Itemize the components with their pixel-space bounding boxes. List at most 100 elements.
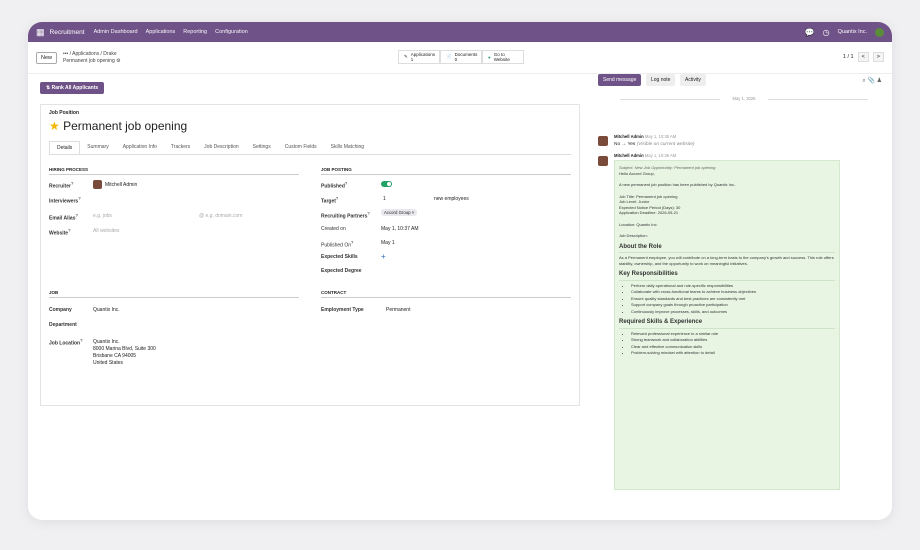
job-posting-heading: JOB POSTING bbox=[321, 167, 571, 175]
top-navbar: ▦ Recruitment Admin Dashboard Applicatio… bbox=[28, 22, 892, 42]
globe-icon: ● bbox=[488, 54, 491, 60]
partner-tag[interactable]: Accord Group × bbox=[381, 209, 418, 216]
job-location-field[interactable]: Quantix Inc. 8000 Marina Blvd, Suite 300… bbox=[93, 339, 156, 367]
menu-applications[interactable]: Applications bbox=[146, 29, 176, 35]
help-icon[interactable]: ? bbox=[80, 338, 82, 343]
created-label: Created on bbox=[321, 226, 346, 232]
note-heading-skills: Required Skills & Experience bbox=[619, 319, 835, 329]
new-button[interactable]: New bbox=[36, 51, 58, 64]
message-author[interactable]: Mitchell Admin bbox=[614, 153, 644, 158]
control-panel: New ••• / Applications / Drake Permanent… bbox=[28, 42, 892, 74]
responsibilities-list: Perform daily operational and role-speci… bbox=[631, 283, 835, 315]
help-icon[interactable]: ? bbox=[71, 181, 73, 186]
published-on-value[interactable]: May 1 bbox=[381, 240, 395, 246]
message-time: May 1, 10:38 AM bbox=[644, 134, 677, 139]
note-deadline: Application Deadline: 2026-05-21 bbox=[619, 210, 679, 215]
website-label: Website bbox=[49, 230, 69, 237]
recruiter-label: Recruiter bbox=[49, 183, 71, 190]
help-icon[interactable]: ? bbox=[78, 196, 80, 201]
created-value: May 1, 10:37 AM bbox=[381, 226, 419, 232]
company-field[interactable]: Quantix Inc. bbox=[93, 307, 120, 313]
tab-custom-fields[interactable]: Custom Fields bbox=[278, 141, 324, 155]
gear-icon[interactable]: ⚙ bbox=[116, 58, 120, 64]
form-sheet: Job Position ★ Permanent job opening Det… bbox=[40, 104, 580, 406]
pager: 1 / 1 < > bbox=[843, 52, 884, 62]
contract-heading: CONTRACT bbox=[321, 290, 571, 298]
help-icon[interactable]: ? bbox=[68, 228, 70, 233]
website-smart-button[interactable]: ● Go to Website bbox=[482, 50, 524, 64]
tab-job-description[interactable]: Job Description bbox=[197, 141, 245, 155]
company-switcher[interactable]: Quantix Inc. bbox=[838, 29, 867, 35]
help-icon[interactable]: ? bbox=[345, 181, 347, 186]
list-item: Support company goals through proactive … bbox=[631, 302, 835, 308]
search-icon[interactable]: ⌕ bbox=[862, 78, 865, 84]
help-icon[interactable]: ? bbox=[367, 211, 369, 216]
email-domain-input[interactable]: @ e.g. domain.com bbox=[199, 213, 242, 219]
job-title[interactable]: Permanent job opening bbox=[63, 119, 187, 133]
add-skill-icon[interactable]: + bbox=[381, 252, 386, 261]
smart-count: 1 bbox=[410, 57, 414, 62]
smart-label: Applications bbox=[410, 52, 436, 57]
help-icon[interactable]: ? bbox=[351, 240, 353, 245]
help-icon[interactable]: ? bbox=[336, 196, 338, 201]
pager-value[interactable]: 1 / 1 bbox=[843, 54, 854, 60]
department-label: Department bbox=[49, 322, 77, 328]
chatter-panel: Send message Log note Activity ⌕ 📎 ♟ May… bbox=[598, 74, 888, 514]
website-select[interactable]: All websites bbox=[93, 228, 119, 234]
rank-applicants-button[interactable]: ⇅ Rank All Applicants bbox=[40, 82, 105, 94]
list-item: Relevant professional experience in a si… bbox=[631, 331, 835, 337]
location-line: Quantix Inc. bbox=[93, 339, 120, 345]
documents-smart-button[interactable]: 📄 Documents 0 bbox=[440, 50, 482, 64]
pen-icon: ✎ bbox=[404, 54, 408, 59]
app-name[interactable]: Recruitment bbox=[50, 29, 85, 36]
target-input[interactable]: 1 bbox=[383, 196, 386, 202]
menu-reporting[interactable]: Reporting bbox=[183, 29, 207, 35]
target-unit: new employees bbox=[434, 196, 469, 202]
paperclip-icon[interactable]: 📎 bbox=[867, 78, 874, 84]
recruiter-field[interactable]: Mitchell Admin bbox=[105, 182, 137, 188]
email-alias-input[interactable]: e.g. jobs bbox=[93, 213, 112, 219]
apps-menu-icon[interactable]: ▦ bbox=[36, 27, 45, 38]
note-about: As a Permanent employee, you will contri… bbox=[619, 255, 834, 266]
tab-application-info[interactable]: Application Info bbox=[116, 141, 164, 155]
partners-label: Recruiting Partners bbox=[321, 213, 368, 220]
published-label: Published bbox=[321, 183, 345, 190]
breadcrumb[interactable]: ••• / Applications / Drake bbox=[63, 51, 121, 58]
hiring-process-heading: HIRING PROCESS bbox=[49, 167, 299, 175]
applications-smart-button[interactable]: ✎ Applications 1 bbox=[398, 50, 440, 64]
chat-icon[interactable]: 💬 bbox=[805, 28, 815, 37]
tab-settings[interactable]: Settings bbox=[246, 141, 278, 155]
tab-skills-matching[interactable]: Skills Matching bbox=[324, 141, 371, 155]
author-avatar bbox=[598, 156, 608, 166]
list-item: Strong teamwork and collaboration abilit… bbox=[631, 337, 835, 343]
log-note-button[interactable]: Log note bbox=[646, 74, 676, 86]
send-message-button[interactable]: Send message bbox=[598, 74, 642, 86]
location-line: 8000 Marina Blvd, Suite 300 bbox=[93, 346, 156, 352]
job-heading: JOB bbox=[49, 290, 299, 298]
employment-type-field[interactable]: Permanent bbox=[386, 307, 410, 313]
published-on-label: Published On bbox=[321, 242, 352, 249]
job-location-label: Job Location bbox=[49, 340, 81, 347]
list-item: Perform daily operational and role-speci… bbox=[631, 283, 835, 289]
tab-trackers[interactable]: Trackers bbox=[164, 141, 197, 155]
note-heading-responsibilities: Key Responsibilities bbox=[619, 271, 835, 281]
tracking-note: (Visible on current website) bbox=[636, 142, 695, 147]
menu-configuration[interactable]: Configuration bbox=[215, 29, 248, 35]
star-icon[interactable]: ★ bbox=[49, 119, 60, 133]
menu-admin-dashboard[interactable]: Admin Dashboard bbox=[94, 29, 138, 35]
document-icon: 📄 bbox=[446, 54, 452, 59]
published-toggle[interactable] bbox=[381, 181, 392, 187]
user-avatar[interactable] bbox=[875, 27, 884, 37]
followers-icon[interactable]: ♟ bbox=[877, 78, 882, 84]
pager-next-icon[interactable]: > bbox=[872, 52, 884, 62]
message-author[interactable]: Mitchell Admin bbox=[614, 134, 644, 139]
activity-icon[interactable]: ◷ bbox=[823, 28, 830, 37]
skills-list: Relevant professional experience in a si… bbox=[631, 331, 835, 356]
pager-prev-icon[interactable]: < bbox=[857, 52, 869, 62]
tab-summary[interactable]: Summary bbox=[80, 141, 115, 155]
help-icon[interactable]: ? bbox=[76, 213, 78, 218]
company-label: Company bbox=[49, 307, 72, 313]
tab-details[interactable]: Details bbox=[49, 141, 81, 155]
smart-count: Website bbox=[493, 57, 510, 62]
activity-button[interactable]: Activity bbox=[680, 74, 706, 86]
